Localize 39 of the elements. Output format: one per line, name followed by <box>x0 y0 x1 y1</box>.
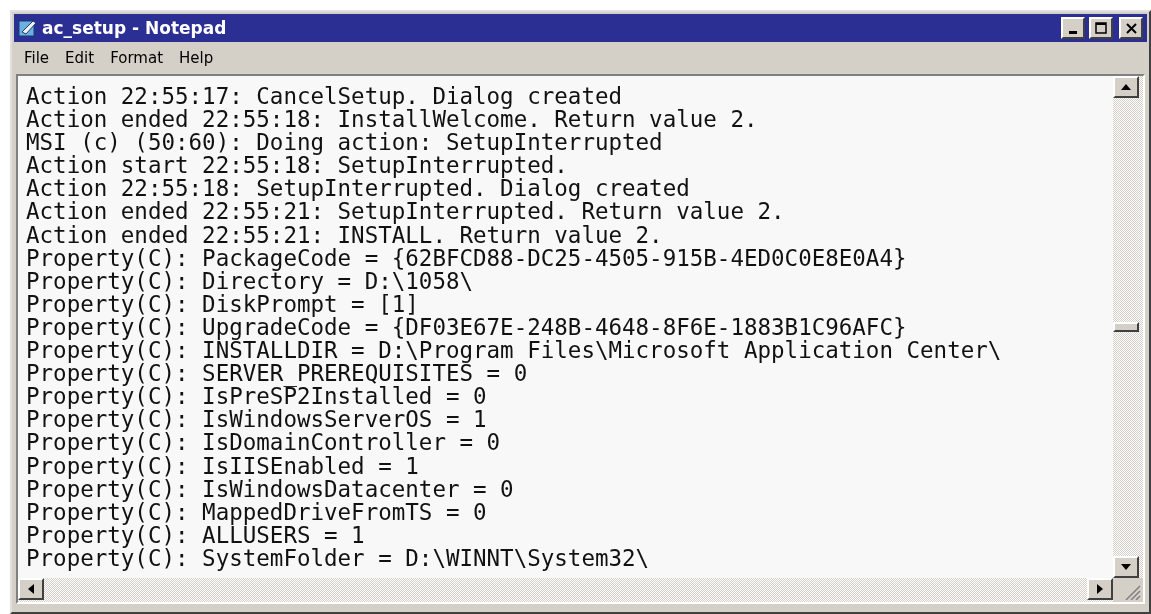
text-line: Property(C): PackageCode = {62BFCD88-DC25-4505-915B-4ED0C0E8E0A4} <box>26 246 908 270</box>
horizontal-scrollbar[interactable] <box>18 578 1113 602</box>
text-line: Property(C): UpgradeCode = {DF03E67E-248B-4648-8F6E-1883B1C96AFC} <box>26 315 908 340</box>
text-line: Property(C): MappedDriveFromTS = 0 <box>26 500 488 524</box>
text-line: Property(C): IsWindowsDatacenter = 0 <box>26 477 515 501</box>
notepad-icon <box>18 19 38 37</box>
text-line: Action ended 22:55:21: SetupInterrupted. Return value 2. <box>26 200 786 224</box>
text-line: Property(C): Directory = D:\1058\ <box>26 269 474 293</box>
down-arrow-icon <box>1121 564 1131 570</box>
text-line: Action ended 22:55:21: INSTALL. Return value 2. <box>26 223 664 247</box>
minimize-icon <box>1069 30 1077 34</box>
scroll-left-button[interactable] <box>18 578 44 600</box>
close-icon <box>1125 22 1137 34</box>
text-line: Property(C): IsWindowsServerOS = 1 <box>26 408 488 432</box>
maximize-icon <box>1095 22 1107 34</box>
text-line: Property(C): IsIISEnabled = 1 <box>26 454 419 478</box>
text-line: Property(C): ALLUSERS = 1 <box>26 523 365 547</box>
scroll-down-button[interactable] <box>1113 556 1139 578</box>
text-line: Property(C): DiskPrompt = [1] <box>26 292 419 316</box>
text-line: MSI (c) (50:60): Doing action: SetupInterrupted <box>26 131 664 155</box>
minimize-button[interactable] <box>1061 17 1085 39</box>
text-line: Action 22:55:17: CancelSetup. Dialog created <box>26 85 624 109</box>
text-line: Action ended 22:55:18: InstallWelcome. Return value 2. <box>26 108 759 132</box>
menu-item[interactable]: Help <box>179 49 214 67</box>
text-line: Property(C): SystemFolder = D:\WINNT\System32\ <box>26 546 651 570</box>
scroll-thumb[interactable] <box>1113 322 1139 332</box>
scroll-up-button[interactable] <box>1113 76 1139 98</box>
menu-item[interactable]: File <box>24 49 50 67</box>
right-arrow-icon <box>1097 584 1103 594</box>
left-arrow-icon <box>28 584 34 594</box>
close-button[interactable] <box>1119 17 1143 39</box>
menu-item[interactable]: Format <box>110 49 164 67</box>
vertical-scrollbar[interactable] <box>1113 76 1143 578</box>
maximize-button[interactable] <box>1089 17 1113 39</box>
text-line: Property(C): IsPreSP2Installed = 0 <box>26 385 488 409</box>
scroll-right-button[interactable] <box>1087 578 1113 600</box>
up-arrow-icon <box>1121 84 1131 90</box>
window-title: ac_setup - Notepad <box>42 18 228 38</box>
menu-item[interactable]: Edit <box>65 49 95 67</box>
